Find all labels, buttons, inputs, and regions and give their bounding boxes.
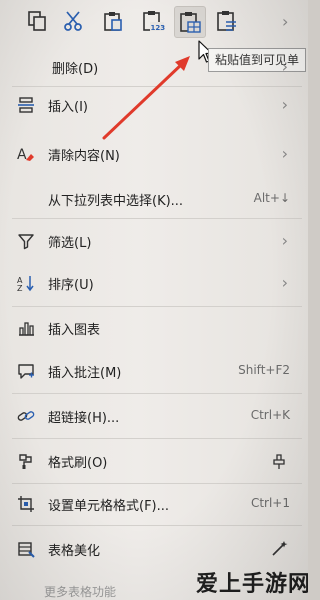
menu-item-pick-from-list[interactable]: 从下拉列表中选择(K)... Alt+↓	[0, 184, 308, 214]
menu-item-label: 筛选(L)	[48, 236, 92, 251]
comment-icon	[18, 364, 34, 379]
svg-text:A: A	[17, 147, 27, 163]
table-style-icon	[18, 542, 35, 558]
menu-item-label: 设置单元格格式(F)...	[48, 499, 170, 514]
menu-divider	[12, 525, 302, 526]
filter-funnel-icon	[18, 234, 34, 250]
shortcut-text: Ctrl+1	[250, 496, 290, 510]
menu-divider	[12, 218, 302, 219]
shortcut-text: Shift+F2	[238, 363, 290, 377]
menu-item-label: 表格美化	[48, 544, 101, 559]
menu-item-clear-contents[interactable]: A 清除内容(N) ›	[0, 139, 308, 169]
paste-format-icon	[217, 11, 236, 31]
menu-item-hyperlink[interactable]: 超链接(H)... Ctrl+K	[0, 401, 308, 431]
submenu-chevron-icon: ›	[281, 57, 288, 76]
paste-toolbar: 123 ›	[0, 0, 308, 42]
context-menu: 123 › 粘贴值到可见单 删除(D) › 插入(I) › A 清除内容(N) …	[0, 0, 308, 600]
submenu-chevron-icon: ›	[281, 231, 288, 250]
menu-item-format-cells[interactable]: 设置单元格格式(F)... Ctrl+1	[0, 489, 308, 519]
format-painter-icon	[19, 454, 32, 469]
shortcut-text: Alt+↓	[253, 191, 290, 205]
menu-item-format-painter[interactable]: 格式刷(O)	[0, 446, 308, 476]
menu-item-label: 插入批注(M)	[48, 366, 122, 381]
submenu-chevron-icon: ›	[281, 144, 288, 163]
link-icon	[17, 411, 35, 421]
menu-item-label: 从下拉列表中选择(K)...	[48, 194, 184, 209]
magic-wand-icon[interactable]	[270, 540, 288, 558]
paste-format-button[interactable]	[212, 6, 242, 36]
menu-item-sort[interactable]: A Z 排序(U) ›	[0, 268, 308, 298]
menu-item-label: 更多表格功能	[44, 585, 117, 599]
shortcut-text: Ctrl+K	[250, 408, 290, 422]
menu-item-label: 插入(I)	[48, 100, 88, 115]
submenu-chevron-icon: ›	[281, 95, 288, 114]
menu-item-label: 清除内容(N)	[48, 149, 120, 164]
paste-values-button[interactable]: 123	[138, 6, 168, 36]
menu-item-insert-comment[interactable]: 插入批注(M) Shift+F2	[0, 356, 308, 386]
bar-chart-icon	[19, 322, 34, 336]
menu-divider	[12, 483, 302, 484]
menu-divider	[12, 438, 302, 439]
scissors-icon	[64, 11, 82, 31]
menu-item-filter[interactable]: 筛选(L) ›	[0, 226, 308, 256]
menu-item-insert-chart[interactable]: 插入图表	[0, 313, 308, 343]
cut-button[interactable]	[58, 6, 88, 36]
menu-divider	[12, 393, 302, 394]
format-painter-pin-icon[interactable]	[270, 452, 288, 470]
eraser-icon: A	[17, 147, 34, 163]
menu-item-table-beautify[interactable]: 表格美化	[0, 534, 308, 564]
sort-icon: A Z	[17, 276, 34, 292]
paste-visible-button[interactable]	[174, 6, 206, 38]
svg-text:123: 123	[151, 24, 166, 32]
menu-item-label: 格式刷(O)	[48, 456, 108, 471]
menu-item-label: 删除(D)	[52, 62, 99, 77]
menu-divider	[12, 306, 302, 307]
paste-button[interactable]	[98, 6, 128, 36]
svg-text:Z: Z	[17, 284, 23, 292]
toolbar-more-chevron-icon[interactable]: ›	[282, 14, 288, 30]
menu-item-delete[interactable]: 删除(D) ›	[0, 52, 308, 82]
menu-divider	[12, 86, 302, 87]
paste-values-icon: 123	[143, 11, 166, 32]
menu-item-label: 插入图表	[48, 323, 101, 338]
paste-icon	[104, 12, 122, 31]
menu-item-label: 排序(U)	[48, 278, 94, 293]
menu-item-label: 超链接(H)...	[48, 411, 120, 426]
copy-icon	[28, 11, 46, 31]
format-cells-icon	[18, 496, 34, 512]
insert-rows-icon	[18, 97, 34, 113]
copy-button[interactable]	[22, 6, 52, 36]
paste-visible-icon	[180, 12, 201, 33]
menu-item-insert[interactable]: 插入(I) ›	[0, 90, 308, 120]
watermark-text: 爱上手游网	[196, 571, 308, 597]
submenu-chevron-icon: ›	[281, 273, 288, 292]
